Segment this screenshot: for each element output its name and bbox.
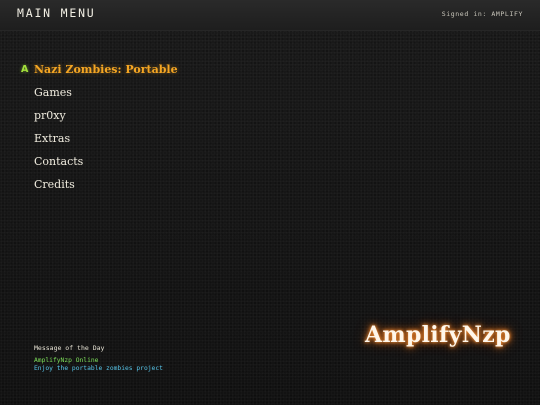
motd-line-1: AmplifyNzp Online — [34, 357, 99, 364]
main-menu: A Nazi Zombies: Portable Games pr0xy Ext… — [0, 58, 260, 196]
message-of-the-day: Message of the Day AmplifyNzp Online Enj… — [34, 344, 163, 373]
motd-heading: Message of the Day — [34, 344, 105, 352]
menu-item-label: Contacts — [34, 155, 84, 168]
a-button-icon: A — [21, 64, 29, 75]
menu-item-games[interactable]: Games — [0, 81, 260, 104]
amplifynzp-logo: AmplifyNzp — [365, 322, 511, 348]
menu-item-label: pr0xy — [34, 109, 66, 122]
motd-line-2: Enjoy the portable zombies project — [34, 365, 163, 372]
menu-item-label: Extras — [34, 132, 71, 145]
menu-item-label: Games — [34, 86, 72, 99]
menu-item-contacts[interactable]: Contacts — [0, 150, 260, 173]
top-bar: MAIN MENU Signed in: AMPLIFY — [0, 0, 540, 31]
signed-in-status: Signed in: AMPLIFY — [441, 10, 523, 18]
menu-item-proxy[interactable]: pr0xy — [0, 104, 260, 127]
menu-item-label: Nazi Zombies: Portable — [34, 63, 178, 76]
menu-item-credits[interactable]: Credits — [0, 173, 260, 196]
menu-item-extras[interactable]: Extras — [0, 127, 260, 150]
menu-item-label: Credits — [34, 178, 75, 191]
page-title: MAIN MENU — [17, 6, 96, 20]
menu-item-nazi-zombies-portable[interactable]: A Nazi Zombies: Portable — [0, 58, 260, 81]
